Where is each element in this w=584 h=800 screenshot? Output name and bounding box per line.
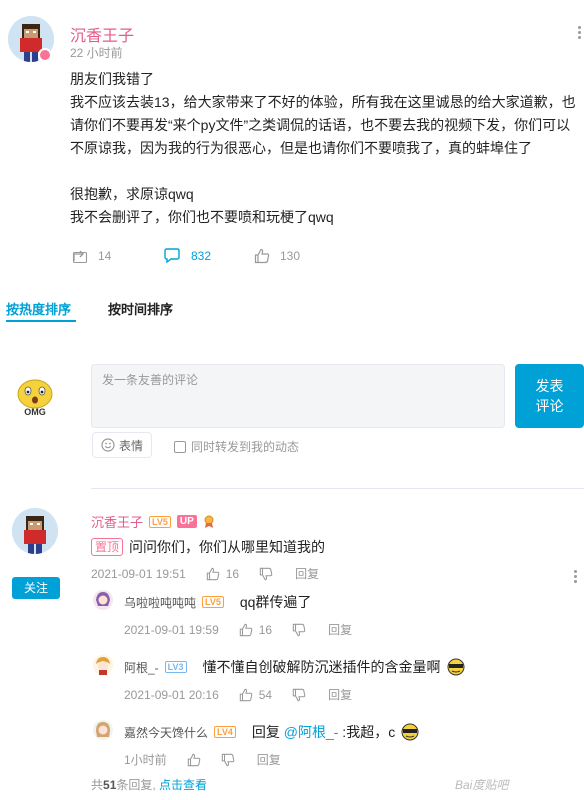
watermark: Bai度贴吧 [455, 778, 509, 792]
verified-badge-icon [38, 48, 52, 62]
post-author-name[interactable]: 沉香王子 [70, 22, 134, 46]
total-count: 51 [103, 778, 117, 792]
total-prefix: 共 [91, 778, 104, 792]
thumbs-up-icon[interactable] [239, 623, 253, 637]
anime-girl-avatar-icon [93, 720, 113, 740]
up-badge: UP [176, 515, 197, 528]
thumbs-up-icon[interactable] [239, 688, 253, 702]
emoji-button[interactable]: 表情 [92, 432, 153, 458]
reply-avatar[interactable] [93, 655, 113, 675]
section-divider [91, 488, 584, 489]
post-paragraph: 很抱歉，求原谅qwq [70, 186, 194, 202]
thumbs-up-icon[interactable] [206, 567, 220, 581]
like-count: 130 [280, 249, 301, 263]
comment-reply-button[interactable]: 回复 [295, 565, 319, 582]
reply-content: 阿根_- LV3 懂不懂自创破解防沉迷插件的含金量啊 [124, 657, 465, 677]
comment-meta: 2021-09-01 19:51 16 回复 [91, 565, 319, 582]
reply-reply-button[interactable]: 回复 [328, 686, 352, 703]
comment-like-count: 16 [225, 566, 240, 581]
reply-time: 1小时前 [124, 753, 167, 767]
forward-to-feed-option[interactable]: 同时转发到我的动态 [174, 438, 299, 455]
thumbs-down-icon[interactable] [292, 688, 306, 702]
comment-header: 沉香王子 LV5 UP [91, 512, 215, 531]
reply-mention-link[interactable]: @阿根_- [284, 724, 339, 740]
thumbs-down-icon[interactable] [259, 567, 273, 581]
post-like-button[interactable]: 130 [254, 248, 300, 264]
comment-input[interactable]: 发一条友善的评论 [91, 364, 505, 428]
doge-emoji-icon [447, 658, 465, 676]
reply-reply-button[interactable]: 回复 [257, 751, 281, 768]
anime-character-avatar-icon [93, 655, 113, 675]
reply-time: 2021-09-01 20:16 [124, 687, 219, 702]
comment-author-avatar[interactable] [12, 508, 58, 554]
reply-like-count: 16 [258, 622, 273, 637]
post-paragraph: 我不会删评了，你们也不要喷和玩梗了qwq [70, 209, 334, 225]
tab-sort-time[interactable]: 按时间排序 [108, 299, 173, 318]
anime-girl-avatar-icon [93, 590, 113, 610]
forward-button[interactable]: 14 [72, 248, 111, 264]
comment-content: 置顶 问问你们，你们从哪里知道我的 [91, 537, 325, 557]
thumbs-down-icon[interactable] [292, 623, 306, 637]
view-more-link[interactable]: 点击查看 [159, 778, 207, 792]
reply-reply-button[interactable]: 回复 [328, 621, 352, 638]
comment-count: 832 [191, 249, 212, 263]
comment-more-menu[interactable] [574, 570, 578, 583]
reply-meta: 1小时前 回复 [124, 751, 281, 768]
forward-icon [72, 250, 88, 264]
follow-button[interactable]: 关注 [12, 577, 60, 599]
reply-text: 回复 @阿根_- :我超，c [252, 722, 395, 742]
post-more-menu[interactable] [578, 26, 582, 39]
comment-author-name[interactable]: 沉香王子 [91, 512, 143, 531]
reply-meta: 2021-09-01 19:59 16 回复 [124, 621, 352, 638]
tab-sort-hot[interactable]: 按热度排序 [6, 299, 71, 318]
reply-author-name[interactable]: 嘉然今天馋什么 [124, 724, 208, 741]
active-tab-indicator [6, 320, 76, 322]
reply-author-name[interactable]: 乌啦啦吨吨吨 [124, 594, 196, 611]
thumbs-up-icon[interactable] [187, 753, 201, 767]
forward-checkbox-label: 同时转发到我的动态 [191, 440, 300, 454]
comment-bubble-icon [164, 248, 180, 264]
reply-time: 2021-09-01 19:59 [124, 622, 219, 637]
post-time: 22 小时前 [70, 46, 123, 60]
level-badge: LV5 [202, 596, 224, 608]
reply-like-count: 54 [258, 687, 273, 702]
comment-time: 2021-09-01 19:51 [91, 566, 186, 581]
reply-avatar[interactable] [93, 590, 113, 610]
reply-body: :我超，c [338, 724, 396, 740]
reply-author-name[interactable]: 阿根_- [124, 659, 159, 676]
avatar-caption: OMG [24, 407, 46, 417]
minecraft-avatar-icon [12, 508, 58, 554]
reply-content: 嘉然今天馋什么 LV4 回复 @阿根_- :我超，c [124, 722, 419, 742]
post-paragraph: 我不应该去装13，给大家带来了不好的体验，所有我在这里诚恳的给大家道歉，也请你们… [70, 94, 576, 156]
reply-avatar[interactable] [93, 720, 113, 740]
submit-comment-button[interactable]: 发表 评论 [515, 364, 584, 428]
submit-label-line2: 评论 [535, 398, 564, 414]
forward-checkbox[interactable] [174, 440, 186, 453]
smiley-icon [101, 438, 115, 452]
reply-count-footer: 共51条回复, 点击查看 [91, 776, 207, 793]
comment-input-placeholder: 发一条友善的评论 [102, 373, 199, 387]
doge-emoji-icon [401, 723, 419, 741]
reply-content: 乌啦啦吨吨吨 LV5 qq群传遍了 [124, 592, 311, 612]
reply-meta: 2021-09-01 20:16 54 回复 [124, 686, 352, 703]
thumbs-down-icon[interactable] [221, 753, 235, 767]
reply-text: qq群传遍了 [239, 594, 312, 610]
post-body: 朋友们我错了 我不应该去装13，给大家带来了不好的体验，所有我在这里诚恳的给大家… [70, 68, 576, 229]
current-user-avatar: OMG [12, 376, 58, 422]
comment-count-button[interactable]: 832 [163, 248, 211, 264]
submit-label-line1: 发表 [535, 378, 564, 394]
emoji-button-label: 表情 [119, 438, 144, 453]
post-paragraph: 朋友们我错了 [70, 71, 154, 87]
comment-text: 问问你们，你们从哪里知道我的 [129, 539, 326, 555]
thumbs-up-icon [254, 248, 270, 264]
medal-icon [204, 515, 214, 528]
forward-count: 14 [98, 249, 112, 263]
reply-text: 懂不懂自创破解防沉迷插件的含金量啊 [202, 659, 441, 675]
pinned-badge: 置顶 [91, 538, 124, 556]
total-suffix: 条回复, [116, 778, 160, 792]
level-badge: LV3 [164, 661, 187, 673]
level-badge: LV5 [149, 515, 171, 528]
level-badge: LV4 [214, 726, 236, 738]
reply-prefix: 回复 [251, 724, 284, 740]
